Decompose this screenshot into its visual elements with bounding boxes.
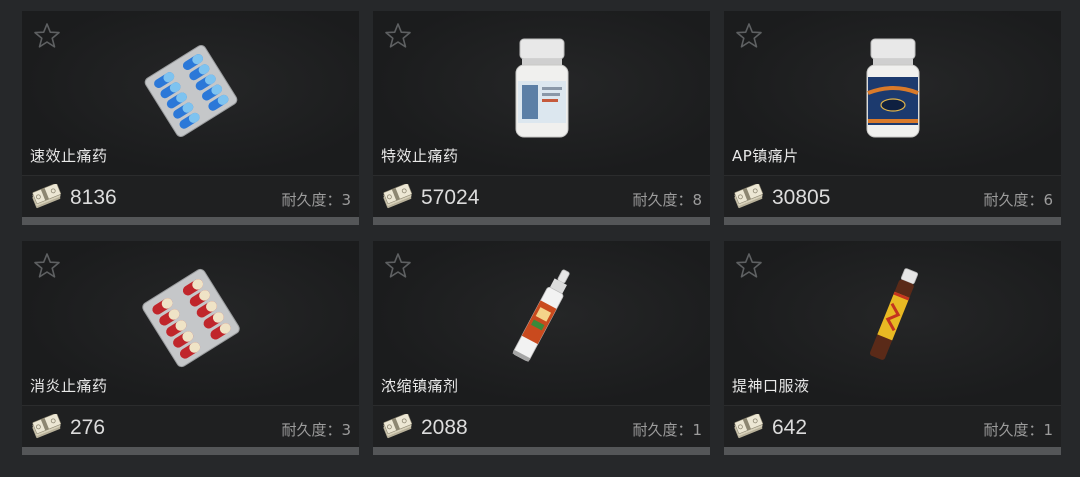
item-name: 消炎止痛药 xyxy=(30,377,108,395)
money-stack-icon xyxy=(732,184,764,210)
item-card[interactable]: 速效止痛药 8136 耐久度：3 xyxy=(22,11,359,225)
card-bottom-strip xyxy=(22,217,359,225)
item-info-bar: 30805 耐久度：6 xyxy=(724,175,1061,218)
item-price: 2088 xyxy=(421,416,468,439)
item-card[interactable]: 消炎止痛药 276 耐久度：3 xyxy=(22,241,359,455)
item-info-bar: 8136 耐久度：3 xyxy=(22,175,359,218)
money-stack-icon xyxy=(381,184,413,210)
red-pill-blister-icon xyxy=(141,268,240,368)
blue-pill-blister-icon xyxy=(144,45,237,137)
card-bottom-strip xyxy=(22,447,359,455)
item-durability: 耐久度：1 xyxy=(632,421,702,439)
star-outline-icon[interactable] xyxy=(32,251,62,281)
star-outline-icon[interactable] xyxy=(383,21,413,51)
item-info-bar: 57024 耐久度：8 xyxy=(373,175,710,218)
item-card[interactable]: AP镇痛片 30805 耐久度：6 xyxy=(724,11,1061,225)
item-info-bar: 276 耐久度：3 xyxy=(22,405,359,448)
item-price: 57024 xyxy=(421,186,480,209)
card-bottom-strip xyxy=(724,447,1061,455)
item-name: 浓缩镇痛剂 xyxy=(381,377,459,395)
oral-liquid-vial-icon xyxy=(869,268,918,360)
item-name: AP镇痛片 xyxy=(732,147,799,165)
item-durability: 耐久度：1 xyxy=(983,421,1053,439)
item-durability: 耐久度：3 xyxy=(281,421,351,439)
item-price: 642 xyxy=(772,416,808,439)
money-stack-icon xyxy=(30,184,62,210)
item-info-bar: 2088 耐久度：1 xyxy=(373,405,710,448)
item-name: 速效止痛药 xyxy=(30,147,108,165)
card-bottom-strip xyxy=(373,217,710,225)
item-info-bar: 642 耐久度：1 xyxy=(724,405,1061,448)
card-bottom-strip xyxy=(373,447,710,455)
item-durability: 耐久度：3 xyxy=(281,191,351,209)
item-price: 30805 xyxy=(772,186,831,209)
money-stack-icon xyxy=(30,414,62,440)
item-name: 特效止痛药 xyxy=(381,147,459,165)
item-grid: 速效止痛药 8136 耐久度：3 特效止痛药 57024 耐久度：8 AP镇痛片… xyxy=(0,0,1080,477)
ointment-tube-icon xyxy=(511,269,570,362)
item-durability: 耐久度：8 xyxy=(632,191,702,209)
item-price: 276 xyxy=(70,416,106,439)
blue-label-pill-bottle-icon xyxy=(866,38,919,138)
star-outline-icon[interactable] xyxy=(734,251,764,281)
item-name: 提神口服液 xyxy=(732,377,810,395)
money-stack-icon xyxy=(381,414,413,440)
card-bottom-strip xyxy=(724,217,1061,225)
item-price: 8136 xyxy=(70,186,117,209)
star-outline-icon[interactable] xyxy=(383,251,413,281)
money-stack-icon xyxy=(732,414,764,440)
star-outline-icon[interactable] xyxy=(32,21,62,51)
item-card[interactable]: 提神口服液 642 耐久度：1 xyxy=(724,241,1061,455)
item-durability: 耐久度：6 xyxy=(983,191,1053,209)
white-pill-bottle-icon xyxy=(515,38,568,138)
item-card[interactable]: 特效止痛药 57024 耐久度：8 xyxy=(373,11,710,225)
star-outline-icon[interactable] xyxy=(734,21,764,51)
item-card[interactable]: 浓缩镇痛剂 2088 耐久度：1 xyxy=(373,241,710,455)
